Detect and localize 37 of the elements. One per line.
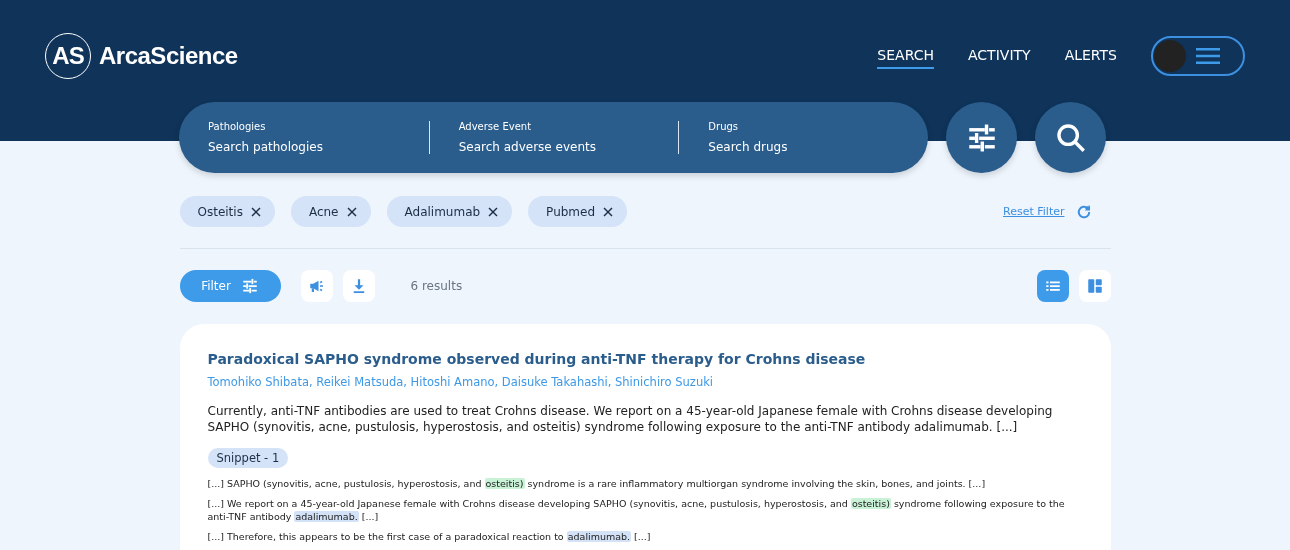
close-icon (488, 206, 499, 217)
filter-chip[interactable]: Pubmed (528, 196, 628, 227)
nav-tab[interactable]: ALERTS (1064, 43, 1117, 69)
user-menu-button[interactable] (1151, 36, 1245, 76)
snippet-text: [...] We report on a 45-year-old Japanese female with Crohns disease developing SAPHO (synovitis, acne, pustulosis, hyperostosis, and osteitis) syndrome following exposure to the anti-TNF antibody adalimumab. [...] (207, 497, 1066, 523)
list-view-button[interactable] (1036, 270, 1069, 302)
article-title[interactable]: Paradoxical SAPHO syndrome observed during anti-TNF therapy for Crohns disease (207, 351, 1083, 367)
close-icon (346, 206, 357, 217)
close-icon (603, 206, 614, 217)
avatar (1154, 40, 1186, 72)
sliders-icon (240, 277, 259, 295)
brand-name: ArcaScience (99, 42, 238, 70)
close-icon (250, 206, 261, 217)
download-button[interactable] (342, 270, 375, 302)
search-field[interactable]: Search adverse events (458, 140, 659, 154)
snippet-label: Snippet - 1 (207, 448, 289, 468)
field-label: Adverse Event (458, 121, 533, 132)
filter-chip[interactable]: Osteitis (179, 196, 275, 227)
search-field[interactable]: Search drugs (708, 140, 909, 154)
article-authors: Tomohiko Shibata, Reikei Matsuda, Hitoshi Amano, Daisuke Takahashi, Shinichiro Suzuki (207, 375, 715, 389)
results-count: 6 results (410, 279, 463, 293)
filter-chip[interactable]: Adalimumab (386, 196, 513, 227)
filter-settings-button[interactable] (946, 102, 1017, 173)
filter-chip[interactable]: Acne (290, 196, 371, 227)
search-field[interactable]: Search pathologies (208, 140, 408, 154)
search-button[interactable] (1035, 102, 1106, 173)
field-label: Drugs (708, 121, 740, 132)
field-label: Pathologies (208, 121, 267, 132)
snippet-text: [...] SAPHO (synovitis, acne, pustulosis, hyperostosis, and osteitis) syndrome is a rare inflammatory multiorgan syndrome involving the skin, bones, and joints. [...] (207, 477, 987, 490)
snippet-text: [...] Therefore, this appears to be the first case of a paradoxical reaction to adalimumab. [...] (207, 530, 652, 543)
article-abstract: Currently, anti-TNF antibodies are used to treat Crohns disease. We report on a 45-year-old Japanese female with Crohns disease developing SAPHO (synovitis, acne, pustulosis, hyperostosis, and osteitis) syndrome following exposure to the anti-TNF antibody adalimumab. [...] (207, 403, 1054, 435)
nav-tab[interactable]: ACTIVITY (968, 43, 1031, 69)
grid-view-button[interactable] (1078, 270, 1111, 302)
nav-tab[interactable]: SEARCH (877, 43, 934, 69)
alert-button[interactable] (300, 270, 333, 302)
grid-icon (1085, 277, 1104, 295)
menu-icon (1196, 48, 1220, 64)
